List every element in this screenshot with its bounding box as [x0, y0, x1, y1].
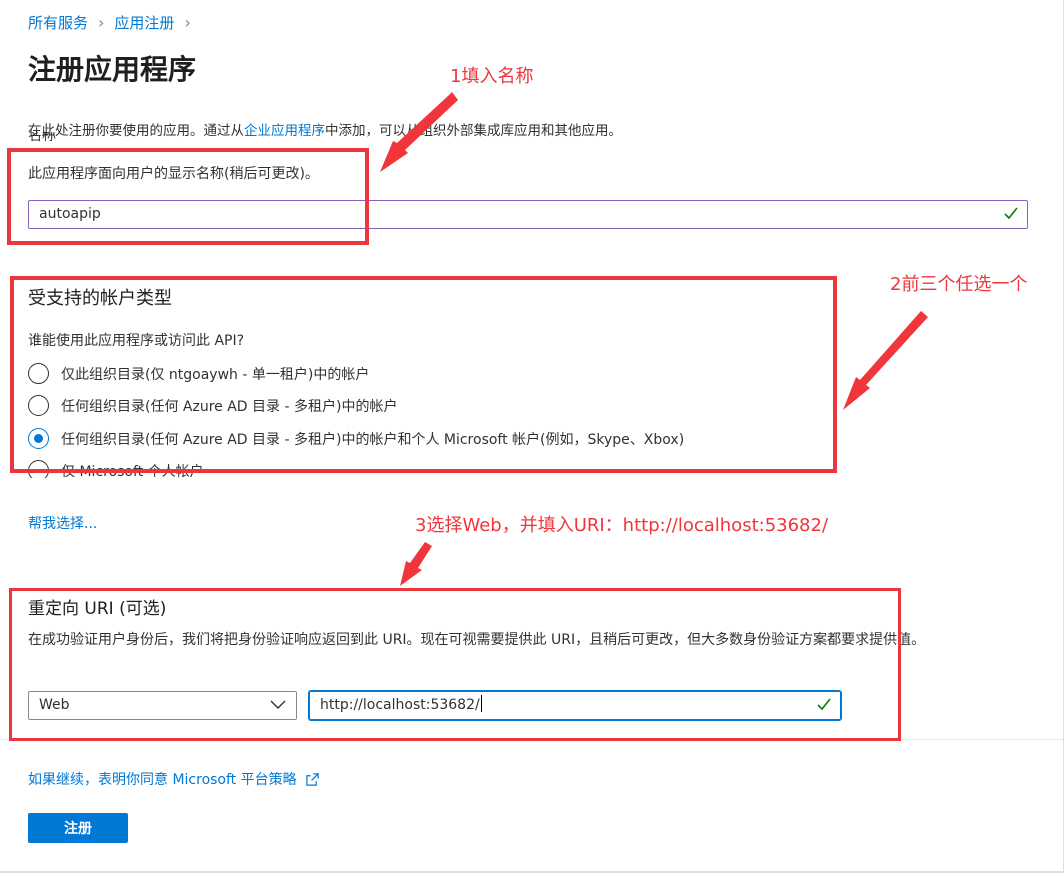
- arrow-annotation: [380, 92, 458, 172]
- arrow-annotation: [843, 311, 928, 410]
- annotation-arrows: [380, 92, 928, 586]
- arrow-annotation: [400, 542, 432, 586]
